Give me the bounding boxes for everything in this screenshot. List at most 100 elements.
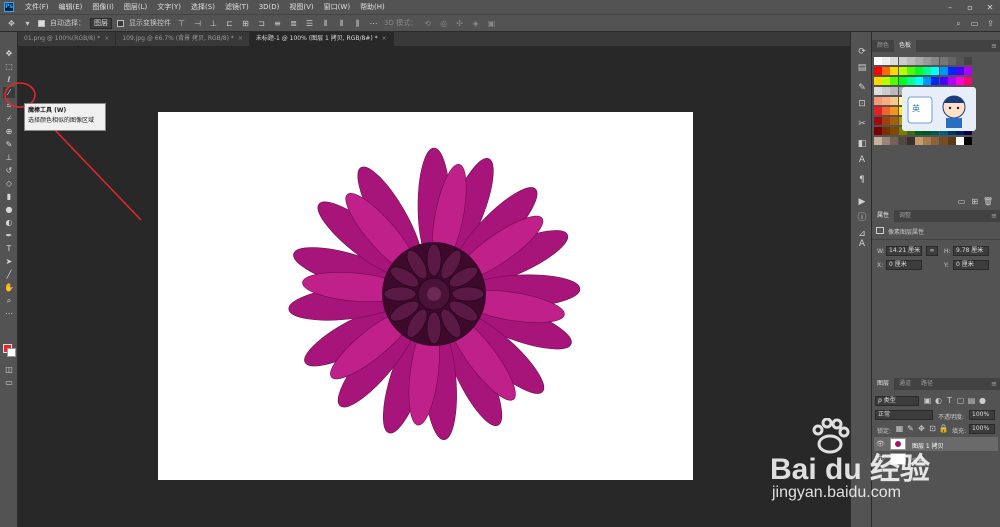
- color-swatch[interactable]: [874, 87, 882, 95]
- color-swatch[interactable]: [874, 137, 882, 145]
- x-field[interactable]: 0 厘米: [886, 260, 922, 270]
- background-color-swatch[interactable]: [7, 348, 16, 357]
- color-swatch[interactable]: [906, 137, 915, 145]
- color-swatch[interactable]: [890, 87, 899, 95]
- distribute-hcenter-icon[interactable]: ⦀: [336, 18, 347, 29]
- close-icon[interactable]: ×: [238, 35, 243, 42]
- tool-presets-icon[interactable]: ✂: [856, 118, 868, 130]
- path-selection-tool-icon[interactable]: ➤: [3, 256, 15, 267]
- line-tool-icon[interactable]: ╱: [3, 269, 15, 280]
- color-swatch[interactable]: [931, 77, 940, 85]
- y-field[interactable]: 0 厘米: [953, 260, 989, 270]
- color-swatch[interactable]: [890, 77, 899, 85]
- distribute-right-icon[interactable]: ⫼: [352, 18, 363, 29]
- color-swatch[interactable]: [923, 57, 932, 65]
- height-field[interactable]: 9.78 厘米: [953, 246, 989, 256]
- color-swatch[interactable]: [890, 127, 899, 135]
- hand-tool-icon[interactable]: ✋: [3, 282, 15, 293]
- align-left-icon[interactable]: ⊏: [224, 18, 235, 29]
- color-swatch[interactable]: [874, 97, 882, 105]
- color-swatch[interactable]: [890, 107, 899, 115]
- color-swatch[interactable]: [898, 67, 907, 75]
- color-swatch[interactable]: [947, 57, 956, 65]
- adjustment-filter-icon[interactable]: ◐: [933, 395, 944, 406]
- lock-artboard-icon[interactable]: ⊡: [927, 423, 938, 434]
- type-filter-icon[interactable]: T: [944, 395, 955, 406]
- align-bottom-icon[interactable]: ⊥: [208, 18, 219, 29]
- color-swatch[interactable]: [874, 107, 882, 115]
- distribute-left-icon[interactable]: ⫴: [320, 18, 331, 29]
- color-swatch[interactable]: [874, 57, 882, 65]
- lock-position-icon[interactable]: ✥: [916, 423, 927, 434]
- color-swatch[interactable]: [915, 137, 923, 145]
- color-swatch[interactable]: [923, 67, 932, 75]
- menu-help[interactable]: 帮助(H): [355, 2, 390, 12]
- color-swatch[interactable]: [915, 67, 923, 75]
- menu-window[interactable]: 窗口(W): [319, 2, 355, 12]
- color-swatch[interactable]: [874, 67, 882, 75]
- lock-all-icon[interactable]: 🔒: [938, 423, 949, 434]
- color-swatch[interactable]: [939, 67, 948, 75]
- color-swatch[interactable]: [890, 97, 899, 105]
- menu-3d[interactable]: 3D(D): [254, 3, 285, 11]
- color-swatch[interactable]: [882, 127, 891, 135]
- new-swatch-icon[interactable]: ⊞: [969, 196, 980, 207]
- color-swatch[interactable]: [898, 137, 907, 145]
- link-icon[interactable]: ∞: [926, 246, 938, 256]
- brush-settings-icon[interactable]: ✎: [856, 82, 868, 94]
- more-icon[interactable]: ⋯: [368, 18, 379, 29]
- color-swatch[interactable]: [956, 77, 964, 85]
- color-swatch[interactable]: [915, 57, 923, 65]
- tab-layers[interactable]: 图层: [872, 378, 895, 390]
- layer-comps-icon[interactable]: ◧: [856, 138, 868, 150]
- play-action-icon[interactable]: ▶: [856, 196, 868, 208]
- color-swatch[interactable]: [964, 57, 973, 65]
- search-icon[interactable]: ⌕: [953, 18, 964, 29]
- paragraph-icon[interactable]: ¶: [856, 174, 868, 186]
- color-swatch[interactable]: [906, 67, 915, 75]
- color-swatch[interactable]: [882, 87, 891, 95]
- color-swatch[interactable]: [890, 137, 899, 145]
- color-swatch[interactable]: [939, 77, 948, 85]
- color-swatch[interactable]: [874, 117, 882, 125]
- 3d-rotate-icon[interactable]: ⟲: [422, 18, 433, 29]
- lock-pixels-icon[interactable]: ✎: [905, 423, 916, 434]
- zoom-tool-icon[interactable]: ⌕: [3, 295, 15, 306]
- color-swatch[interactable]: [931, 57, 940, 65]
- lock-transparent-icon[interactable]: ▦: [894, 423, 905, 434]
- type-tool-icon[interactable]: T: [3, 243, 15, 254]
- color-swatch[interactable]: [947, 67, 956, 75]
- share-icon[interactable]: ⇪: [985, 18, 996, 29]
- maximize-icon[interactable]: ▫: [960, 3, 980, 12]
- 3d-scale-icon[interactable]: ▣: [486, 18, 497, 29]
- color-swatch[interactable]: [956, 67, 964, 75]
- 3d-slide-icon[interactable]: ◈: [470, 18, 481, 29]
- color-swatch[interactable]: [882, 107, 891, 115]
- more-tools-icon[interactable]: ⋯: [3, 308, 15, 319]
- menu-filter[interactable]: 滤镜(T): [220, 2, 254, 12]
- color-swatch[interactable]: [890, 67, 899, 75]
- color-swatch[interactable]: [956, 57, 964, 65]
- color-swatch[interactable]: [931, 137, 940, 145]
- document-canvas[interactable]: [158, 112, 693, 480]
- close-icon[interactable]: ✕: [980, 3, 1000, 12]
- color-swatch[interactable]: [939, 57, 948, 65]
- color-swatch[interactable]: [882, 77, 891, 85]
- opacity-field[interactable]: 100%: [969, 410, 995, 420]
- tab-paths[interactable]: 路径: [916, 378, 938, 390]
- color-swatch[interactable]: [882, 137, 891, 145]
- tab-swatches[interactable]: 色板: [894, 40, 917, 52]
- 3d-drag-icon[interactable]: ✣: [454, 18, 465, 29]
- layer-filter-dropdown[interactable]: ρ 类型: [875, 396, 919, 406]
- color-swatch[interactable]: [964, 137, 973, 145]
- info-icon[interactable]: ⓘ: [856, 212, 868, 224]
- filter-toggle-icon[interactable]: ●: [977, 395, 988, 406]
- color-swatch[interactable]: [882, 117, 891, 125]
- trash-icon[interactable]: 🗑: [982, 196, 993, 207]
- panel-menu-icon[interactable]: ≡: [991, 380, 997, 388]
- color-swatch[interactable]: [906, 77, 915, 85]
- color-swatch[interactable]: [947, 137, 956, 145]
- color-swatch[interactable]: [882, 97, 891, 105]
- panel-menu-icon[interactable]: ≡: [991, 42, 997, 50]
- screen-mode-icon[interactable]: ▭: [3, 377, 15, 388]
